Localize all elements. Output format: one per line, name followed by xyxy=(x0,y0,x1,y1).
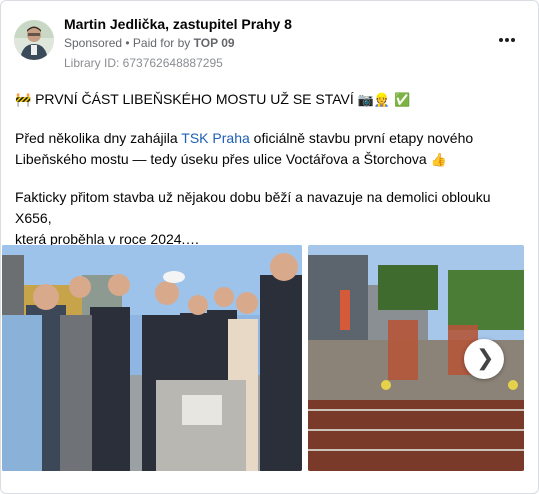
headline-emojis: 📷👷 ✅ xyxy=(357,93,411,108)
paid-for-label: • Paid for by xyxy=(122,36,194,50)
library-id: Library ID: 673762648887295 xyxy=(64,56,223,70)
post-paragraph-1: Před několika dny zahájila TSK Praha ofi… xyxy=(15,128,527,171)
carousel-image-ceremony[interactable] xyxy=(2,245,302,471)
author-name[interactable]: Martin Jedlička, zastupitel Prahy 8 xyxy=(64,16,292,32)
ceremony-photo xyxy=(2,245,302,471)
paragraph-1-line-2: Libeňského mostu — tedy úseku přes ulice… xyxy=(15,151,447,168)
post-headline: 🚧 PRVNÍ ČÁST LIBEŇSKÉHO MOSTU UŽ SE STAV… xyxy=(15,89,527,111)
headline-text: PRVNÍ ČÁST LIBEŇSKÉHO MOSTU UŽ SE STAVÍ xyxy=(35,91,354,107)
tsk-praha-link[interactable]: TSK Praha xyxy=(181,130,249,146)
more-horizontal-icon xyxy=(499,38,503,42)
avatar[interactable] xyxy=(14,20,54,60)
post-paragraph-2: Fakticky přitom stavba už nějakou dobu b… xyxy=(15,187,527,250)
avatar-image xyxy=(14,20,54,60)
ad-post-card: Martin Jedlička, zastupitel Prahy 8 Spon… xyxy=(0,0,539,494)
construction-icon: 🚧 xyxy=(15,93,32,108)
carousel-next-button[interactable]: ❯ xyxy=(464,339,504,379)
thumbs-up-icon: 👍 xyxy=(430,153,447,168)
more-options-button[interactable] xyxy=(495,32,519,48)
paragraph-1-line-1: Před několika dny zahájila TSK Praha ofi… xyxy=(15,130,474,146)
paragraph-2-line-1: Fakticky přitom stavba už nějakou dobu b… xyxy=(15,189,491,226)
payer-name[interactable]: TOP 09 xyxy=(194,36,235,50)
sponsored-label: Sponsored xyxy=(64,36,123,50)
sponsored-line: Sponsored • Paid for by TOP 09 xyxy=(64,36,235,50)
chevron-right-icon: ❯ xyxy=(476,346,495,371)
